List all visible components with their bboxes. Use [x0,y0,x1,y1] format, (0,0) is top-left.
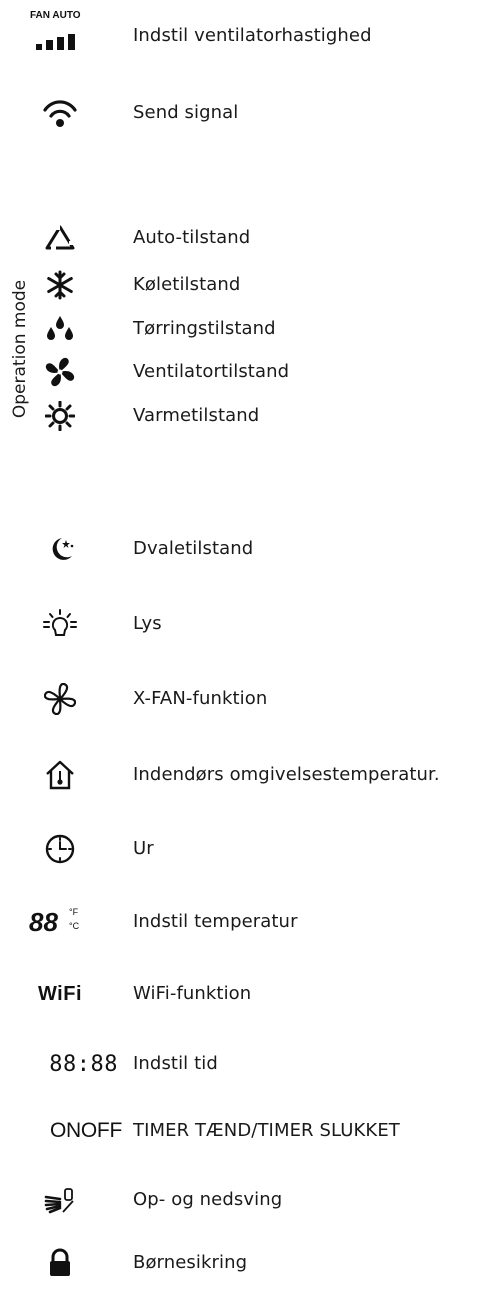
legend-label: TIMER TÆND/TIMER SLUKKET [133,1120,400,1141]
legend-item-clock: Ur [0,829,503,869]
legend-label: Lys [133,613,162,634]
legend-label: Send signal [133,102,239,123]
legend-label: Varmetilstand [133,405,260,426]
legend-item-fan-speed: FAN AUTO Indstil ventilatorhastighed [0,10,503,56]
legend-label: Ventilatortilstand [133,361,290,382]
legend-item-x-fan: X-FAN-funktion [0,679,503,719]
legend-label: WiFi-funktion [133,983,252,1004]
legend-item-cool-mode: Køletilstand [0,265,503,305]
swing-icon [0,1180,120,1220]
sun-icon [0,396,120,436]
clock-icon [0,829,120,869]
on-off-text-icon: ONOFF [50,1119,122,1142]
moon-stars-icon [0,529,120,569]
legend-item-heat-mode: Varmetilstand [0,396,503,436]
legend-item-set-time: 88:88 Indstil tid [0,1044,503,1084]
drops-icon [0,309,120,349]
fan-blade-icon [0,352,120,392]
legend-item-sleep-mode: Dvaletilstand [0,529,503,569]
legend-label: Dvaletilstand [133,538,254,559]
legend-item-fan-mode: Ventilatortilstand [0,352,503,392]
legend-label: Ur [133,838,154,859]
legend-label: Indendørs omgivelsestemperatur. [133,764,440,785]
legend-label: Børnesikring [133,1252,248,1273]
legend-item-auto-mode: Auto-tilstand [0,218,503,258]
legend-label: Op- og nedsving [133,1189,283,1210]
legend-item-send-signal: Send signal [0,93,503,133]
legend-label: Indstil tid [133,1053,218,1074]
snowflake-icon [0,265,120,305]
legend-label: Indstil ventilatorhastighed [133,25,372,46]
legend-item-indoor-temperature: Indendørs omgivelsestemperatur. [0,755,503,795]
legend-item-child-lock: Børnesikring [0,1243,503,1283]
legend-item-wifi: WiFi WiFi-funktion [0,974,503,1014]
lock-icon [0,1243,120,1283]
legend-item-light: Lys [0,604,503,644]
legend-item-dry-mode: Tørringstilstand [0,309,503,349]
house-thermometer-icon [0,755,120,795]
legend-label: Indstil temperatur [133,911,298,932]
auto-mode-icon [0,218,120,258]
signal-icon [0,93,120,133]
legend-item-timer-on-off: ONOFF TIMER TÆND/TIMER SLUKKET [0,1111,503,1151]
legend-label: Køletilstand [133,274,241,295]
legend-item-set-temperature: 88 °F °C Indstil temperatur [0,902,503,942]
x-fan-icon [0,679,120,719]
temperature-digits-icon: 88 °F °C [29,907,80,937]
fan-speed-bars-icon: FAN AUTO [0,10,120,56]
legend-label: X-FAN-funktion [133,688,268,709]
legend-label: Auto-tilstand [133,227,251,248]
legend-item-swing: Op- og nedsving [0,1180,503,1220]
wifi-text-icon: WiFi [37,982,83,1005]
light-bulb-icon [0,604,120,644]
legend-label: Tørringstilstand [133,318,276,339]
time-digits-icon: 88:88 [49,1051,118,1077]
